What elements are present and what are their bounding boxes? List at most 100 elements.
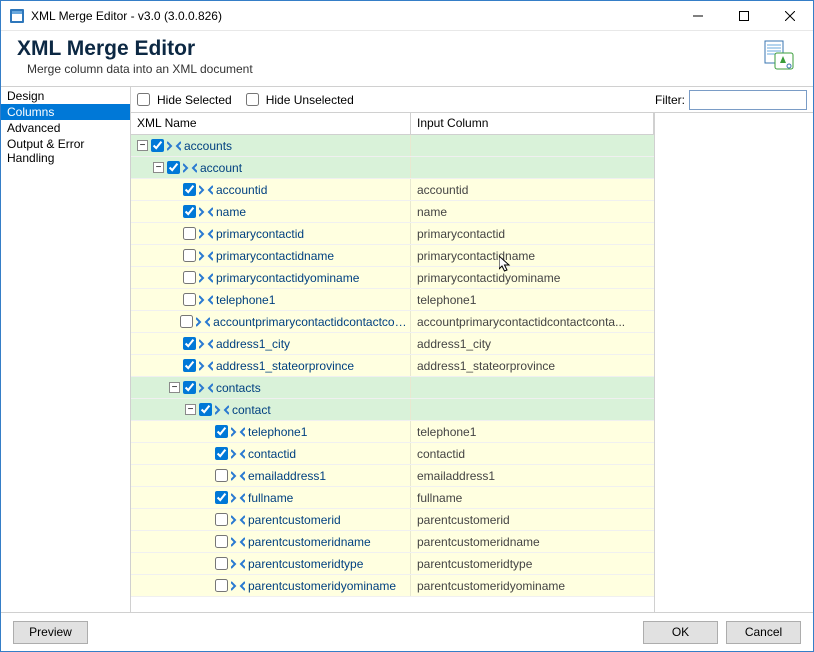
ok-button[interactable]: OK: [643, 621, 718, 644]
column-header-xml-name[interactable]: XML Name: [131, 113, 411, 134]
tree-cell-name[interactable]: primarycontactidname: [131, 245, 411, 266]
tree-row[interactable]: −contacts: [131, 377, 654, 399]
tree-cell-name[interactable]: parentcustomeridyominame: [131, 575, 411, 596]
tree-cell-name[interactable]: emailaddress1: [131, 465, 411, 486]
tree-cell-input[interactable]: accountprimarycontactidcontactconta...: [411, 315, 654, 329]
row-checkbox[interactable]: [199, 403, 212, 416]
tree-cell-name[interactable]: name: [131, 201, 411, 222]
hide-unselected-checkbox[interactable]: [246, 93, 259, 106]
column-header-input-column[interactable]: Input Column: [411, 113, 654, 134]
hide-selected-checkbox[interactable]: [137, 93, 150, 106]
tree-row[interactable]: parentcustomeridyominameparentcustomerid…: [131, 575, 654, 597]
tree-cell-name[interactable]: primarycontactidyominame: [131, 267, 411, 288]
tree-cell-name[interactable]: primarycontactid: [131, 223, 411, 244]
tree-cell-input[interactable]: address1_stateorprovince: [411, 359, 654, 373]
close-button[interactable]: [767, 1, 813, 31]
tree-row[interactable]: emailaddress1emailaddress1: [131, 465, 654, 487]
row-checkbox[interactable]: [183, 271, 196, 284]
expander-icon[interactable]: −: [169, 382, 180, 393]
maximize-button[interactable]: [721, 1, 767, 31]
row-checkbox[interactable]: [183, 227, 196, 240]
hide-unselected-option[interactable]: Hide Unselected: [246, 93, 354, 107]
tree-cell-name[interactable]: telephone1: [131, 289, 411, 310]
minimize-button[interactable]: [675, 1, 721, 31]
row-checkbox[interactable]: [183, 205, 196, 218]
tree-cell-name[interactable]: address1_stateorprovince: [131, 355, 411, 376]
sidebar-item-columns[interactable]: Columns: [1, 104, 130, 120]
tree-cell-input[interactable]: parentcustomerid: [411, 513, 654, 527]
row-checkbox[interactable]: [215, 535, 228, 548]
row-checkbox[interactable]: [215, 469, 228, 482]
row-checkbox[interactable]: [183, 293, 196, 306]
tree-row[interactable]: primarycontactidyominameprimarycontactid…: [131, 267, 654, 289]
row-checkbox[interactable]: [215, 447, 228, 460]
sidebar-item-advanced[interactable]: Advanced: [1, 120, 130, 136]
tree-row[interactable]: address1_stateorprovinceaddress1_stateor…: [131, 355, 654, 377]
tree-cell-name[interactable]: parentcustomeridtype: [131, 553, 411, 574]
row-checkbox[interactable]: [183, 381, 196, 394]
row-checkbox[interactable]: [215, 557, 228, 570]
tree-cell-name[interactable]: accountprimarycontactidcontactconta...: [131, 311, 411, 332]
tree-cell-input[interactable]: name: [411, 205, 654, 219]
row-checkbox[interactable]: [180, 315, 193, 328]
row-checkbox[interactable]: [183, 337, 196, 350]
tree-row[interactable]: contactidcontactid: [131, 443, 654, 465]
tree-cell-input[interactable]: primarycontactid: [411, 227, 654, 241]
tree-cell-name[interactable]: fullname: [131, 487, 411, 508]
tree-row[interactable]: accountidaccountid: [131, 179, 654, 201]
tree-row[interactable]: telephone1telephone1: [131, 421, 654, 443]
tree-row[interactable]: −accounts: [131, 135, 654, 157]
cancel-button[interactable]: Cancel: [726, 621, 801, 644]
row-checkbox[interactable]: [215, 579, 228, 592]
row-checkbox[interactable]: [183, 359, 196, 372]
tree-cell-input[interactable]: telephone1: [411, 293, 654, 307]
tree-cell-name[interactable]: −accounts: [131, 135, 411, 156]
tree-cell-name[interactable]: parentcustomerid: [131, 509, 411, 530]
tree-row[interactable]: accountprimarycontactidcontactconta...ac…: [131, 311, 654, 333]
tree-row[interactable]: fullnamefullname: [131, 487, 654, 509]
tree-row[interactable]: parentcustomeridnameparentcustomeridname: [131, 531, 654, 553]
tree-cell-input[interactable]: parentcustomeridname: [411, 535, 654, 549]
tree-row[interactable]: −account: [131, 157, 654, 179]
hide-selected-option[interactable]: Hide Selected: [137, 93, 232, 107]
tree-cell-name[interactable]: accountid: [131, 179, 411, 200]
tree-row[interactable]: telephone1telephone1: [131, 289, 654, 311]
tree-cell-input[interactable]: accountid: [411, 183, 654, 197]
tree-cell-input[interactable]: fullname: [411, 491, 654, 505]
tree-cell-input[interactable]: primarycontactidname: [411, 249, 654, 263]
expander-icon[interactable]: −: [153, 162, 164, 173]
row-checkbox[interactable]: [183, 183, 196, 196]
expander-icon[interactable]: −: [137, 140, 148, 151]
preview-button[interactable]: Preview: [13, 621, 88, 644]
tree-row[interactable]: address1_cityaddress1_city: [131, 333, 654, 355]
row-checkbox[interactable]: [215, 491, 228, 504]
tree-cell-input[interactable]: primarycontactidyominame: [411, 271, 654, 285]
tree-cell-name[interactable]: parentcustomeridname: [131, 531, 411, 552]
sidebar-item-output-error-handling[interactable]: Output & Error Handling: [1, 136, 130, 166]
tree-row[interactable]: namename: [131, 201, 654, 223]
tree-cell-name[interactable]: address1_city: [131, 333, 411, 354]
tree-cell-input[interactable]: contactid: [411, 447, 654, 461]
sidebar-item-design[interactable]: Design: [1, 88, 130, 104]
tree-row[interactable]: primarycontactidnameprimarycontactidname: [131, 245, 654, 267]
tree-cell-input[interactable]: address1_city: [411, 337, 654, 351]
row-checkbox[interactable]: [167, 161, 180, 174]
tree-row[interactable]: primarycontactidprimarycontactid: [131, 223, 654, 245]
row-checkbox[interactable]: [215, 425, 228, 438]
expander-icon[interactable]: −: [185, 404, 196, 415]
tree-cell-input[interactable]: parentcustomeridyominame: [411, 579, 654, 593]
row-checkbox[interactable]: [215, 513, 228, 526]
tree-cell-name[interactable]: −contact: [131, 399, 411, 420]
tree-row[interactable]: parentcustomeridparentcustomerid: [131, 509, 654, 531]
tree-row[interactable]: −contact: [131, 399, 654, 421]
row-checkbox[interactable]: [183, 249, 196, 262]
tree-cell-input[interactable]: emailaddress1: [411, 469, 654, 483]
tree-cell-input[interactable]: telephone1: [411, 425, 654, 439]
tree-cell-name[interactable]: −contacts: [131, 377, 411, 398]
tree-row[interactable]: parentcustomeridtypeparentcustomeridtype: [131, 553, 654, 575]
filter-input[interactable]: [689, 90, 807, 110]
row-checkbox[interactable]: [151, 139, 164, 152]
tree-cell-name[interactable]: contactid: [131, 443, 411, 464]
tree-cell-name[interactable]: −account: [131, 157, 411, 178]
tree-cell-name[interactable]: telephone1: [131, 421, 411, 442]
